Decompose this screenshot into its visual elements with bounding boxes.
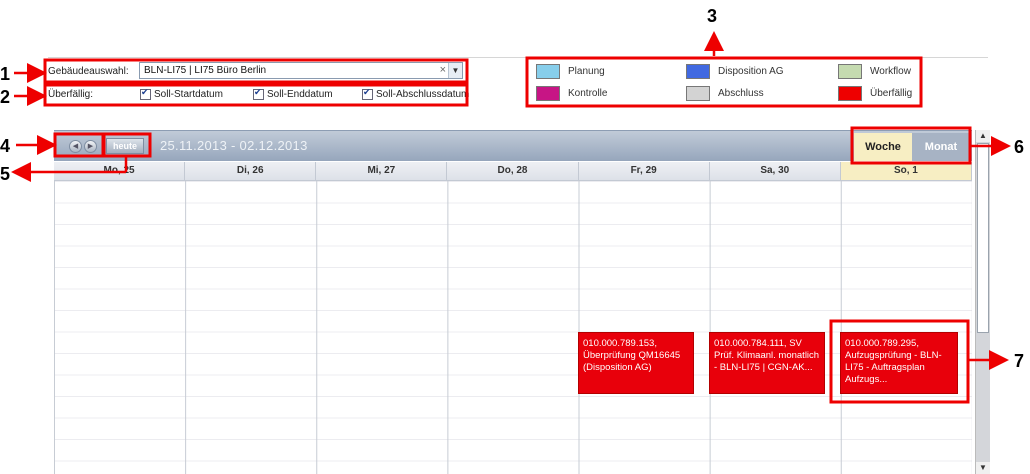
annotation-box-2 xyxy=(43,83,469,107)
annotation-box-6 xyxy=(850,126,972,165)
annotation-overlay: 1 2 3 4 5 6 7 xyxy=(0,6,1024,404)
annotation-box-7 xyxy=(829,319,970,404)
annotation-box-3 xyxy=(525,56,923,108)
annotation-box-4 xyxy=(53,132,105,158)
annotation-number: 1 xyxy=(0,64,10,84)
annotation-box-5 xyxy=(102,132,152,158)
annotation-number: 3 xyxy=(707,6,717,26)
annotation-number: 6 xyxy=(1014,137,1024,157)
annotation-number: 5 xyxy=(0,164,10,184)
annotation-number: 2 xyxy=(0,87,10,107)
annotation-number: 7 xyxy=(1014,351,1024,371)
annotation-number: 4 xyxy=(0,136,10,156)
annotation-box-1 xyxy=(43,58,469,84)
